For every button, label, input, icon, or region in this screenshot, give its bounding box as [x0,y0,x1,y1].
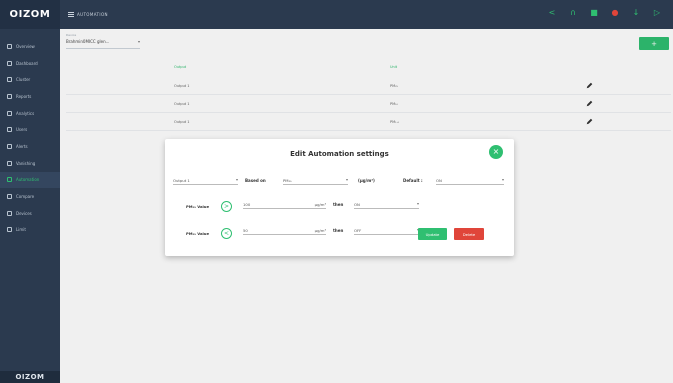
automation-icon [7,177,12,183]
logo-text: OIZOM [9,9,51,20]
rule1-unit: µg/m³ [314,201,326,207]
headset-icon[interactable]: ∩ [569,9,577,17]
dialog-title: Edit Automation settings [290,150,389,158]
based-on-select[interactable]: PM₂₅ [283,176,348,185]
unit-label: (µg/m³) [358,178,375,183]
sidebar-item-label: Devices [16,210,32,216]
rule1-value: 100 [243,201,251,207]
output-select[interactable]: Output 1 [173,176,238,185]
bell-icon [7,143,12,149]
share-icon[interactable]: < [548,9,556,17]
reports-icon [7,93,12,99]
page-title: AUTOMATION [77,12,108,17]
sidebar-item-vanishing[interactable]: Vanishing [0,155,60,172]
rule2-value-input[interactable]: 50 µg/m³ [243,226,326,235]
chevron-down-icon [502,179,504,181]
based-on-label: Based on [245,178,266,183]
rule1-state: ON [354,201,360,207]
download-icon[interactable]: ↓ [632,9,640,17]
sidebar-item-users[interactable]: Users [0,121,60,138]
sidebar-item-label: Vanishing [16,160,36,166]
sidebar-item-overview[interactable]: Overview [0,38,60,55]
chevron-down-icon [346,179,348,181]
limit-icon [7,227,12,233]
sidebar-item-label: Automation [16,177,40,183]
logout-icon[interactable]: ▷ [653,9,661,17]
alert-pin-icon[interactable]: ● [611,9,619,17]
update-button[interactable]: Update [418,228,447,240]
analytics-icon [7,110,12,116]
sidebar-item-label: Reports [16,93,32,99]
rule2-unit: µg/m³ [314,227,326,233]
rule1-value-input[interactable]: 100 µg/m³ [243,200,326,209]
sidebar-item-dashboard[interactable]: Dashboard [0,55,60,72]
sidebar-item-label: Dashboard [16,60,38,66]
sidebar-item-label: Limit [16,227,26,233]
sidebar-item-label: Cluster [16,77,31,83]
sidebar-item-analytics[interactable]: Analytics [0,105,60,122]
compare-icon [7,194,12,200]
cluster-icon [7,77,12,83]
rule1-then-label: then [333,202,344,207]
chevron-down-icon [236,179,238,181]
sidebar-item-cluster[interactable]: Cluster [0,71,60,88]
rule2-then-label: then [333,228,344,233]
sidebar-item-label: Alerts [16,143,28,149]
sidebar-item-limit[interactable]: Limit [0,222,60,239]
delete-button[interactable]: Delete [454,228,484,240]
pin-icon [7,43,12,49]
rule2-state: OFF [354,227,362,233]
rule2-label: PM₂₅ Value [186,231,210,236]
close-icon[interactable]: × [489,145,503,159]
topbar: AUTOMATION < ∩ ■ ● ↓ ▷ [60,0,673,29]
based-on-value: PM₂₅ [283,177,292,183]
sidebar-item-compare[interactable]: Compare [0,188,60,205]
sidebar-item-label: Users [16,127,28,133]
default-label: Default : [403,178,423,183]
sidebar-item-reports[interactable]: Reports [0,88,60,105]
output-select-value: Output 1 [173,177,190,183]
rule1-label: PM₂₅ Value [186,204,210,209]
chevron-down-icon [417,203,419,205]
sidebar: OIZOM Overview Dashboard Cluster Reports… [0,0,60,383]
vanish-icon [7,160,12,166]
users-icon [7,127,12,133]
grid-icon[interactable]: ■ [590,9,598,17]
greater-than-icon[interactable]: > [221,201,232,212]
sidebar-item-automation[interactable]: Automation [0,171,60,189]
sidebar-nav: Overview Dashboard Cluster Reports Analy… [0,38,60,238]
sidebar-item-label: Analytics [16,110,35,116]
sidebar-item-devices[interactable]: Devices [0,205,60,222]
sidebar-item-label: Overview [16,43,35,49]
menu-icon[interactable] [68,12,74,17]
rule2-value: 50 [243,227,248,233]
sidebar-item-alerts[interactable]: Alerts [0,138,60,155]
dashboard-icon [7,60,12,66]
footer-logo-text: OIZOM [15,373,45,381]
topbar-actions: < ∩ ■ ● ↓ ▷ [548,9,661,17]
devices-icon [7,210,12,216]
default-value: ON [436,177,442,183]
rule1-state-select[interactable]: ON [354,200,419,209]
default-select[interactable]: ON [436,176,504,185]
less-than-icon[interactable]: < [221,228,232,239]
logo: OIZOM [0,0,60,29]
footer-logo: OIZOM [0,371,60,383]
sidebar-item-label: Compare [16,194,35,200]
edit-automation-dialog: Edit Automation settings × Output 1 Base… [165,139,514,256]
rule2-state-select[interactable]: OFF [354,226,419,235]
